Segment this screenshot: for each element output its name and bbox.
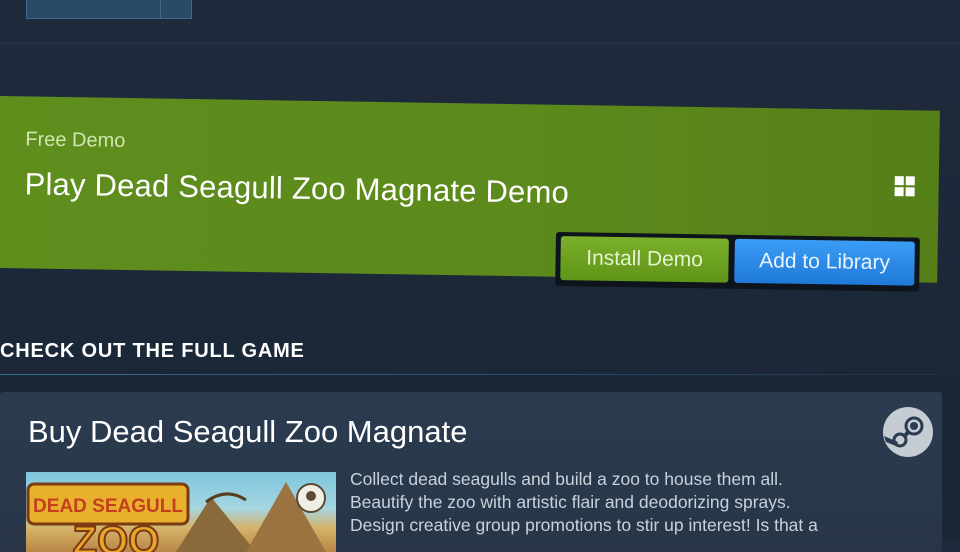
top-panel-fragment	[26, 0, 192, 19]
description-line: Design creative group promotions to stir…	[350, 515, 818, 535]
section-heading: CHECK OUT THE FULL GAME	[0, 340, 305, 362]
windows-icon	[894, 176, 915, 197]
buy-title: Buy Dead Seagull Zoo Magnate	[28, 414, 468, 449]
game-description: Collect dead seagulls and build a zoo to…	[350, 468, 910, 537]
section-divider	[0, 374, 940, 375]
game-capsule-image[interactable]: DEAD SEAGULL ZOO	[26, 472, 336, 552]
buy-panel: Buy Dead Seagull Zoo Magnate DEAD SEAGUL…	[0, 392, 942, 552]
capsule-logo-line1: DEAD SEAGULL	[33, 496, 183, 517]
add-to-library-button[interactable]: Add to Library	[734, 238, 915, 286]
install-demo-button[interactable]: Install Demo	[560, 236, 729, 283]
capsule-art: DEAD SEAGULL ZOO	[26, 482, 326, 552]
description-line: Collect dead seagulls and build a zoo to…	[350, 469, 783, 489]
demo-label: Free Demo	[25, 128, 126, 152]
description-line: Beautify the zoo with artistic flair and…	[350, 492, 791, 512]
divider	[0, 42, 960, 44]
steam-icon	[883, 407, 933, 457]
capsule-logo-line2: ZOO	[73, 519, 160, 552]
demo-title: Play Dead Seagull Zoo Magnate Demo	[24, 166, 570, 210]
demo-button-group: Install Demo Add to Library	[555, 232, 920, 292]
